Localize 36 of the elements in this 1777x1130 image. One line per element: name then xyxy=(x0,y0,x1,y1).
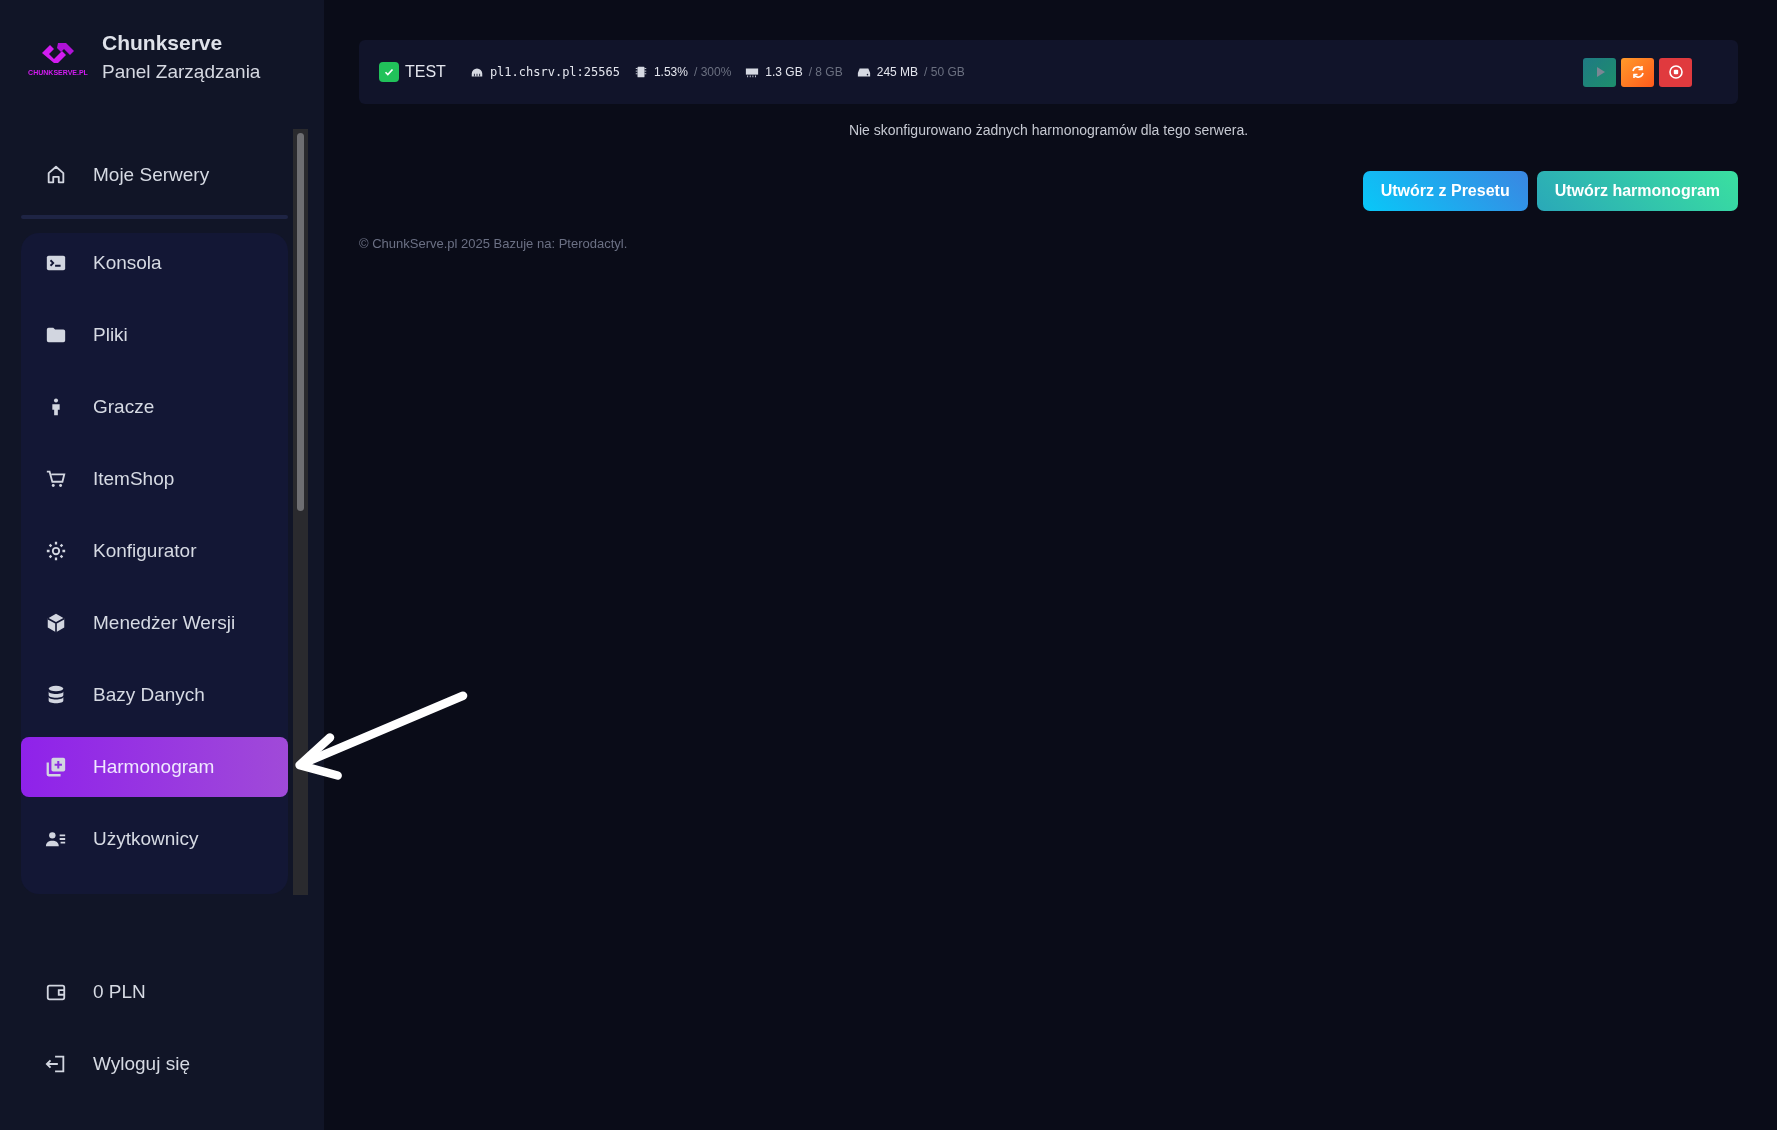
server-name: TEST xyxy=(405,63,446,81)
nav-item[interactable]: Bazy Danych xyxy=(21,665,288,725)
nav-item[interactable]: Konsola xyxy=(21,233,288,293)
cpu-icon xyxy=(633,65,648,79)
disk-limit: / 50 GB xyxy=(924,65,965,79)
brand-name: Chunkserve xyxy=(102,31,224,55)
home-icon xyxy=(45,164,67,186)
footer-text: © ChunkServe.pl 2025 Bazuje na: Pterodactyl. xyxy=(359,236,629,251)
stop-button[interactable] xyxy=(1659,57,1692,87)
restart-icon xyxy=(1629,64,1646,80)
nav-item[interactable]: Moje Serwery xyxy=(21,145,288,205)
menu-item-icon xyxy=(45,468,67,490)
restart-button[interactable] xyxy=(1621,57,1654,87)
menu-item-icon xyxy=(45,612,67,634)
balance-item[interactable]: 0 PLN xyxy=(21,962,288,1022)
scrollbar[interactable] xyxy=(293,129,308,895)
nav-item[interactable]: Pliki xyxy=(21,305,288,365)
nav-item[interactable]: Menedżer Wersji xyxy=(21,593,288,653)
disk-usage: 245 MB xyxy=(876,65,919,79)
nav-item[interactable]: ItemShop xyxy=(21,449,288,509)
logout-item[interactable]: Wyloguj się xyxy=(21,1034,288,1094)
menu-item-icon xyxy=(45,540,67,562)
empty-message: Nie skonfigurowano żadnych harmonogramów dla tego serwera. xyxy=(847,122,1250,138)
cpu-limit: / 300% xyxy=(693,65,732,79)
nav-item[interactable]: Konfigurator xyxy=(21,521,288,581)
stop-icon xyxy=(1667,64,1684,80)
menu-item-icon xyxy=(45,756,67,778)
nav-item[interactable]: Gracze xyxy=(21,377,288,437)
nav-item[interactable]: Użytkownicy xyxy=(21,809,288,869)
server-address: pl1.chsrv.pl:25565 xyxy=(489,65,620,79)
memory-usage: 1.3 GB xyxy=(765,65,803,79)
memory-limit: / 8 GB xyxy=(808,65,843,79)
logout-icon xyxy=(45,1053,67,1075)
brand-subtitle: Panel Zarządzania xyxy=(102,61,261,83)
nav-item[interactable]: Harmonogram xyxy=(21,737,288,797)
cpu-usage: 1.53% xyxy=(653,65,688,79)
